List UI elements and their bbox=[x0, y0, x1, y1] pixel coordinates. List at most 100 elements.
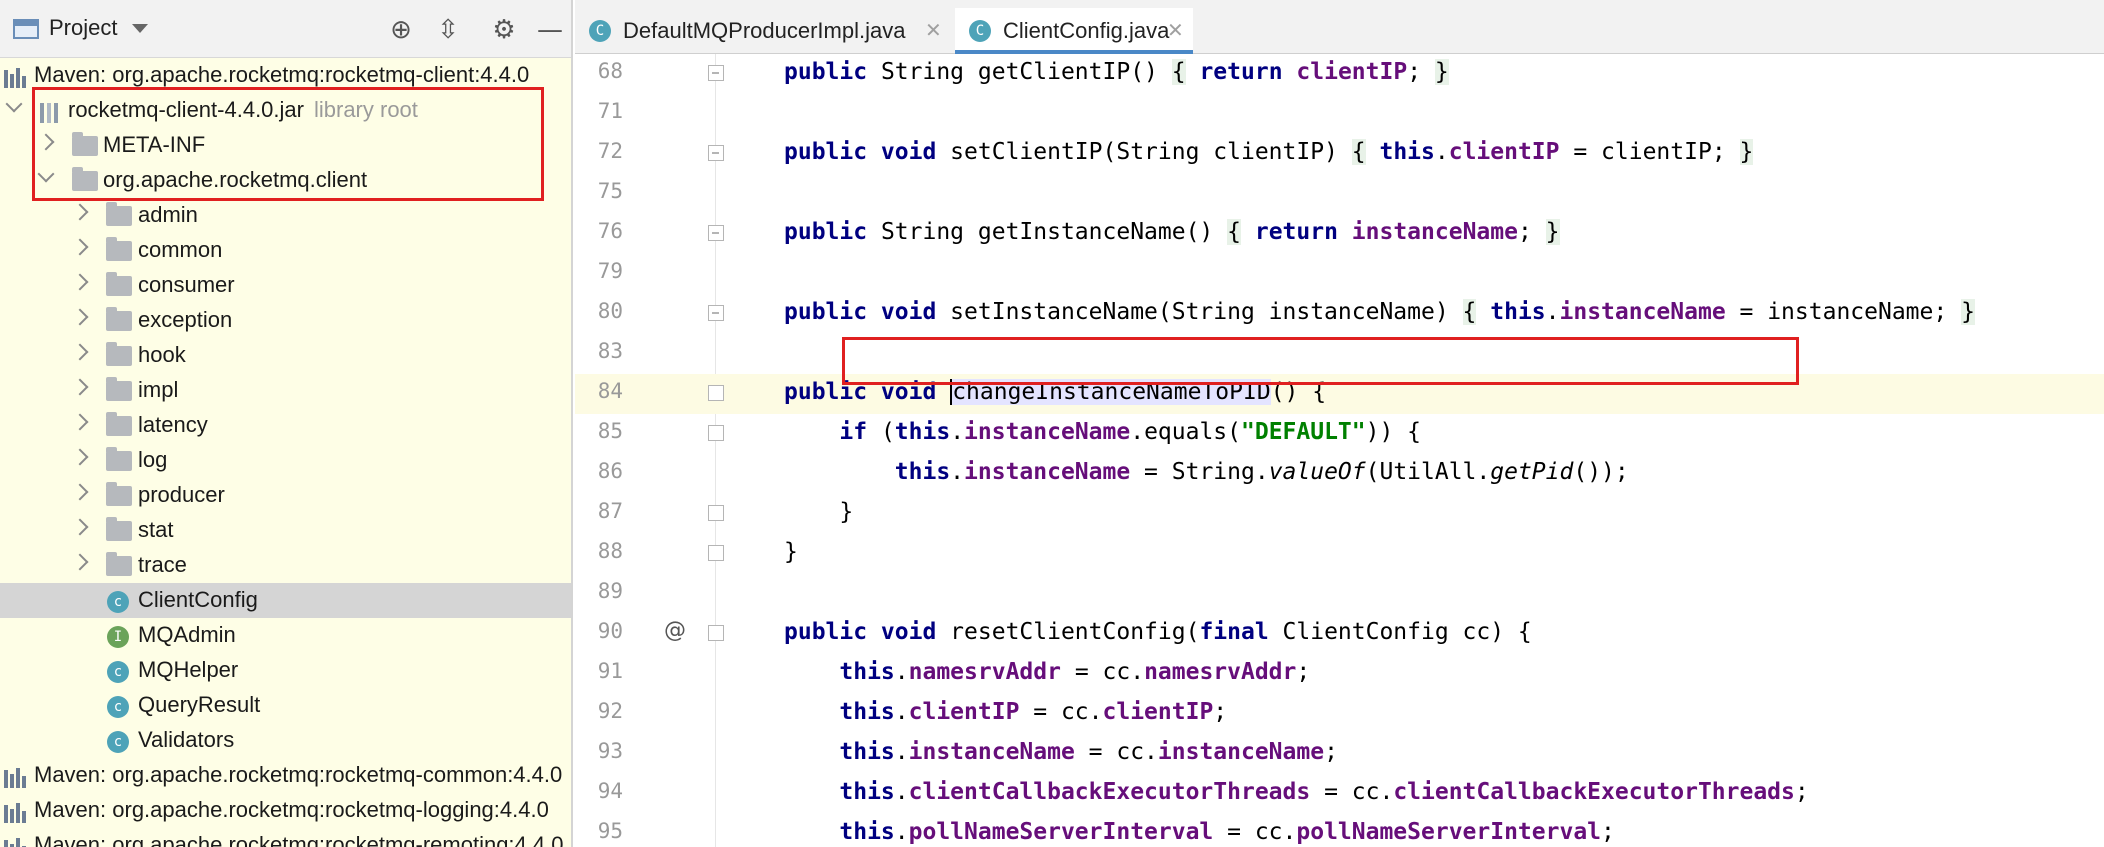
tree-item-queryresult[interactable]: c QueryResult bbox=[0, 688, 571, 723]
fold-icon[interactable] bbox=[708, 385, 724, 401]
tree-item-mqadmin[interactable]: I MQAdmin bbox=[0, 618, 571, 653]
chevron-right-icon[interactable] bbox=[71, 343, 89, 361]
tree-item-latency[interactable]: latency bbox=[0, 408, 571, 443]
override-icon[interactable]: @ bbox=[664, 618, 686, 643]
hide-icon[interactable]: — bbox=[535, 15, 565, 45]
fold-icon[interactable] bbox=[708, 65, 724, 81]
line-number: 90 bbox=[597, 619, 623, 643]
folder-icon bbox=[106, 202, 132, 226]
chevron-right-icon[interactable] bbox=[71, 413, 89, 431]
folder-icon bbox=[106, 552, 132, 576]
code-text: if (this.instanceName.equals("DEFAULT"))… bbox=[839, 419, 1422, 445]
tree-annotation-box bbox=[32, 87, 544, 201]
code-line: 94 this.clientCallbackExecutorThreads = … bbox=[575, 774, 2104, 814]
library-icon bbox=[4, 801, 26, 823]
tree-item-maven-rocketmq-common[interactable]: Maven: org.apache.rocketmq:rocketmq-comm… bbox=[0, 758, 571, 793]
line-number: 93 bbox=[597, 739, 623, 763]
tree-item-label: hook bbox=[138, 342, 186, 367]
folder-icon bbox=[106, 517, 132, 541]
gear-icon[interactable]: ⚙ bbox=[489, 15, 519, 45]
tree-item-maven-rocketmq-remoting[interactable]: Maven: org.apache.rocketmq:rocketmq-remo… bbox=[0, 828, 571, 847]
fold-icon[interactable] bbox=[708, 305, 724, 321]
locate-icon[interactable]: ⊕ bbox=[386, 15, 416, 45]
interface-icon: I bbox=[107, 626, 129, 648]
code-area[interactable]: 68 public String getClientIP() { return … bbox=[575, 54, 2104, 847]
collapse-all-icon[interactable]: ⇳ bbox=[433, 15, 463, 45]
class-icon: c bbox=[107, 661, 129, 683]
line-number: 92 bbox=[597, 699, 623, 723]
tree-item-validators[interactable]: c Validators bbox=[0, 723, 571, 758]
code-text: public String getInstanceName() { return… bbox=[784, 219, 1560, 245]
tab-clientconfig[interactable]: C ClientConfig.java ✕ bbox=[955, 8, 1193, 54]
code-line: 90 @ public void resetClientConfig(final… bbox=[575, 614, 2104, 654]
code-line: 89 bbox=[575, 574, 2104, 614]
close-icon[interactable]: ✕ bbox=[1167, 18, 1184, 42]
project-panel: Project ⊕ ⇳ ⚙ — Maven: org.apache.rocket… bbox=[0, 0, 573, 847]
tree-item-common[interactable]: common bbox=[0, 233, 571, 268]
chevron-right-icon[interactable] bbox=[71, 273, 89, 291]
tree-item-producer[interactable]: producer bbox=[0, 478, 571, 513]
tree-item-stat[interactable]: stat bbox=[0, 513, 571, 548]
line-number: 68 bbox=[597, 59, 623, 83]
code-line: 88 } bbox=[575, 534, 2104, 574]
tree-item-label: MQHelper bbox=[138, 657, 239, 682]
chevron-down-icon[interactable] bbox=[132, 24, 148, 33]
line-number: 87 bbox=[597, 499, 623, 523]
tree-item-impl[interactable]: impl bbox=[0, 373, 571, 408]
class-icon: c bbox=[107, 591, 129, 613]
chevron-right-icon[interactable] bbox=[71, 553, 89, 571]
tree-item-clientconfig[interactable]: c ClientConfig bbox=[0, 583, 571, 618]
fold-icon[interactable] bbox=[708, 625, 724, 641]
chevron-right-icon[interactable] bbox=[71, 518, 89, 536]
chevron-right-icon[interactable] bbox=[71, 483, 89, 501]
class-icon: c bbox=[107, 731, 129, 753]
fold-icon[interactable] bbox=[708, 225, 724, 241]
folder-icon bbox=[106, 482, 132, 506]
fold-icon[interactable] bbox=[708, 505, 724, 521]
code-line: 76 public String getInstanceName() { ret… bbox=[575, 214, 2104, 254]
line-number: 79 bbox=[597, 259, 623, 283]
fold-icon[interactable] bbox=[708, 545, 724, 561]
code-line: 71 bbox=[575, 94, 2104, 134]
line-number: 94 bbox=[597, 779, 623, 803]
code-annotation-box bbox=[842, 337, 1799, 385]
close-icon[interactable]: ✕ bbox=[925, 18, 942, 42]
code-text: this.instanceName = cc.instanceName; bbox=[839, 739, 1338, 765]
project-view-title[interactable]: Project bbox=[49, 15, 117, 41]
tree-item-trace[interactable]: trace bbox=[0, 548, 571, 583]
tree-item-label: producer bbox=[138, 482, 225, 507]
line-number: 75 bbox=[597, 179, 623, 203]
tree-item-label: stat bbox=[138, 517, 174, 542]
chevron-right-icon[interactable] bbox=[71, 378, 89, 396]
line-number: 80 bbox=[597, 299, 623, 323]
project-toolbar: Project ⊕ ⇳ ⚙ — bbox=[0, 0, 571, 58]
code-text: this.pollNameServerInterval = cc.pollNam… bbox=[839, 819, 1615, 845]
tree-item-log[interactable]: log bbox=[0, 443, 571, 478]
chevron-right-icon[interactable] bbox=[71, 238, 89, 256]
tab-label: ClientConfig.java bbox=[1003, 18, 1170, 43]
chevron-right-icon[interactable] bbox=[71, 308, 89, 326]
tree-item-mqhelper[interactable]: c MQHelper bbox=[0, 653, 571, 688]
chevron-right-icon[interactable] bbox=[71, 203, 89, 221]
folder-icon bbox=[106, 412, 132, 436]
fold-icon[interactable] bbox=[708, 145, 724, 161]
tree-item-maven-rocketmq-logging[interactable]: Maven: org.apache.rocketmq:rocketmq-logg… bbox=[0, 793, 571, 828]
code-editor: C DefaultMQProducerImpl.java ✕ C ClientC… bbox=[575, 0, 2104, 847]
tree-item-hook[interactable]: hook bbox=[0, 338, 571, 373]
tree-item-exception[interactable]: exception bbox=[0, 303, 571, 338]
line-number: 86 bbox=[597, 459, 623, 483]
folder-icon bbox=[106, 447, 132, 471]
tree-item-admin[interactable]: admin bbox=[0, 198, 571, 233]
class-icon: C bbox=[589, 20, 611, 42]
line-number: 88 bbox=[597, 539, 623, 563]
tree-item-label: Maven: org.apache.rocketmq:rocketmq-comm… bbox=[34, 762, 563, 787]
code-line: 93 this.instanceName = cc.instanceName; bbox=[575, 734, 2104, 774]
tab-defaultmqproducerimpl[interactable]: C DefaultMQProducerImpl.java ✕ bbox=[575, 8, 953, 54]
folder-icon bbox=[106, 237, 132, 261]
chevron-right-icon[interactable] bbox=[71, 448, 89, 466]
code-line: 72 public void setClientIP(String client… bbox=[575, 134, 2104, 174]
chevron-down-icon[interactable] bbox=[5, 95, 23, 113]
fold-icon[interactable] bbox=[708, 425, 724, 441]
code-text: this.instanceName = String.valueOf(UtilA… bbox=[894, 459, 1629, 485]
tree-item-consumer[interactable]: consumer bbox=[0, 268, 571, 303]
